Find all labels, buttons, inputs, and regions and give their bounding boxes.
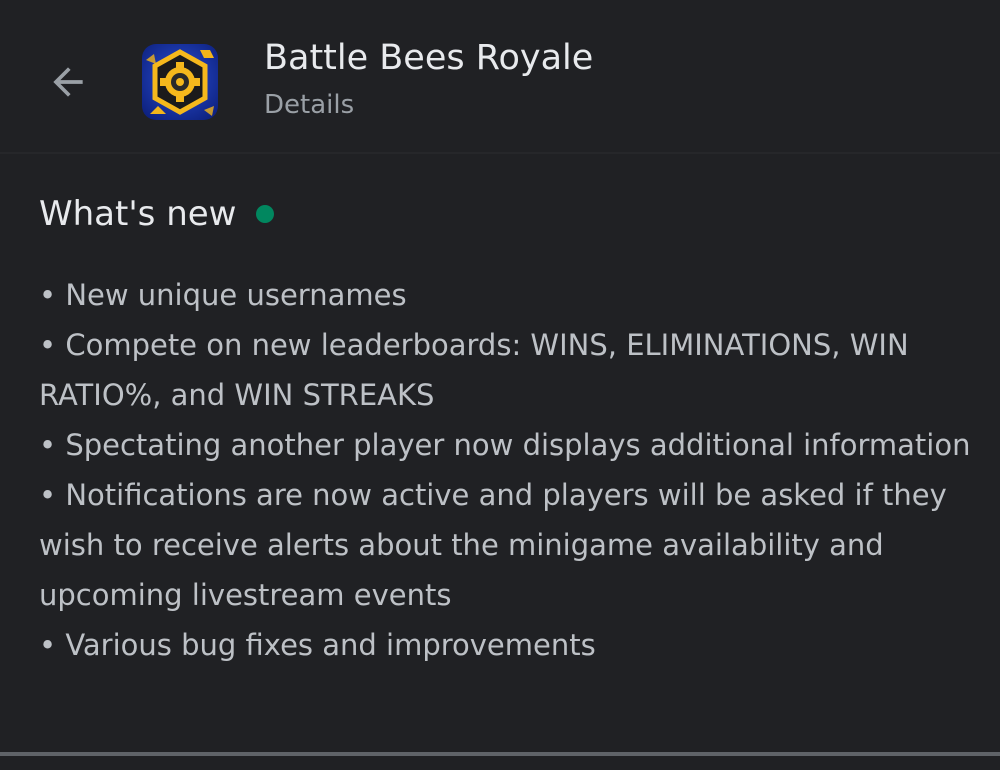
arrow-left-icon: [53, 67, 83, 97]
release-notes-list: • New unique usernames • Compete on new …: [39, 270, 979, 670]
app-bar: Battle Bees Royale Details: [0, 0, 1000, 152]
whats-new-title: What's new: [39, 194, 237, 234]
app-icon[interactable]: [142, 44, 218, 120]
app-title: Battle Bees Royale: [264, 38, 594, 78]
release-note-item: • Compete on new leaderboards: WINS, ELI…: [39, 328, 909, 412]
release-note-item: • New unique usernames: [39, 278, 407, 312]
release-note-item: • Spectating another player now displays…: [39, 428, 971, 462]
release-note-item: • Various bug fixes and improvements: [39, 628, 596, 662]
battle-bees-app-icon: [142, 44, 218, 120]
bottom-divider: [0, 752, 1000, 756]
release-note-item: • Notifications are now active and playe…: [39, 478, 947, 612]
back-button[interactable]: [38, 52, 98, 112]
new-indicator-dot: [256, 205, 274, 223]
app-subtitle: Details: [264, 90, 355, 120]
header-divider: [0, 152, 1000, 154]
